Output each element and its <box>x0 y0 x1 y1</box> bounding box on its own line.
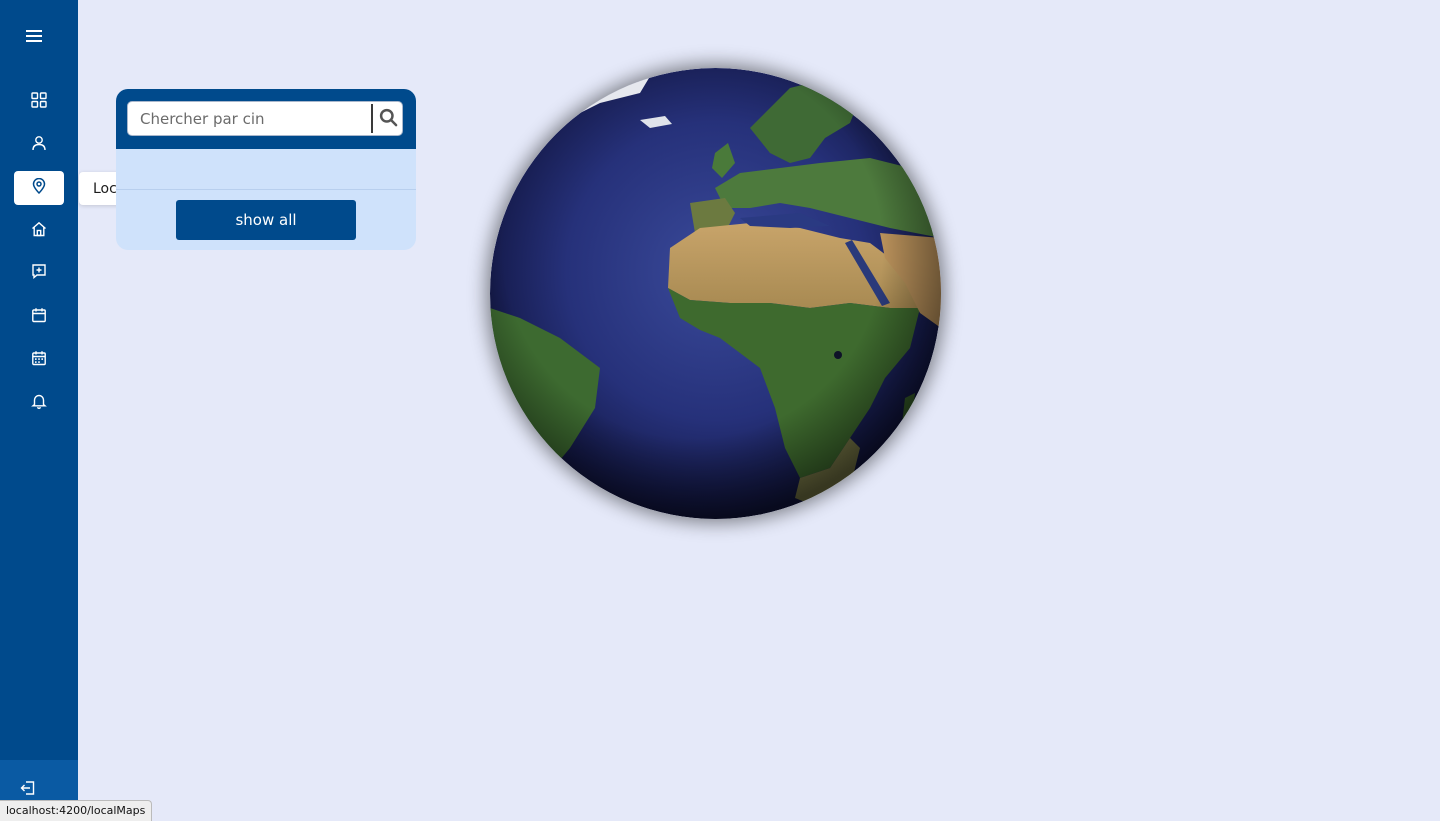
sidebar-item-local-maps[interactable] <box>14 171 64 205</box>
search-divider <box>371 104 373 133</box>
menu-icon <box>26 28 42 47</box>
search-panel-header <box>116 89 416 149</box>
home-icon <box>31 221 47 241</box>
panel-divider <box>116 189 416 190</box>
earth-globe[interactable] <box>490 68 941 519</box>
map-pin-icon <box>31 177 47 198</box>
sidebar-item-schedule[interactable] <box>14 343 64 377</box>
calendar-days-icon <box>31 350 47 370</box>
sidebar <box>0 0 78 820</box>
logout-icon <box>20 780 36 800</box>
calendar-icon <box>31 307 47 327</box>
search-icon <box>379 108 398 131</box>
medical-plus-icon <box>31 263 47 283</box>
show-all-button[interactable]: show all <box>176 200 356 240</box>
sidebar-item-calendar[interactable] <box>14 300 64 334</box>
user-icon <box>31 135 47 155</box>
grid-icon <box>31 92 47 112</box>
sidebar-item-users[interactable] <box>14 128 64 162</box>
earth-globe-image <box>490 68 941 519</box>
search-panel: show all <box>116 89 416 250</box>
sidebar-item-medical[interactable] <box>14 256 64 290</box>
search-button[interactable] <box>377 108 399 130</box>
status-bar-url: localhost:4200/localMaps <box>0 800 153 821</box>
search-box <box>127 101 403 136</box>
search-input[interactable] <box>128 102 372 135</box>
sidebar-item-home[interactable] <box>14 214 64 248</box>
menu-toggle-button[interactable] <box>22 25 46 49</box>
bell-icon <box>31 393 47 413</box>
logout-button[interactable] <box>18 780 38 800</box>
sidebar-item-dashboard[interactable] <box>14 85 64 119</box>
sidebar-item-notifications[interactable] <box>14 386 64 420</box>
